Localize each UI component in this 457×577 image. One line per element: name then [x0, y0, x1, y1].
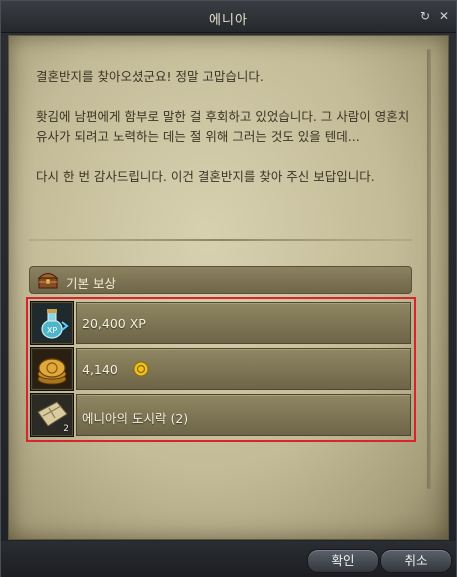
quest-dialog-window: 에니아 ↻ ✕ 결혼반지를 찾아오셨군요! 정말 고맙습니다. 홧김에 남편에게…: [0, 0, 457, 577]
refresh-icon[interactable]: ↻: [418, 9, 432, 23]
quest-dialogue-text: 결혼반지를 찾아오셨군요! 정말 고맙습니다. 홧김에 남편에게 함부로 말한 …: [36, 67, 416, 207]
reward-item-lunchbox[interactable]: 2 에니아의 도시락 (2): [30, 393, 412, 437]
item-slot[interactable]: XP: [30, 301, 74, 345]
dialogue-paragraph: 다시 한 번 감사드립니다. 이건 결혼반지를 찾아 주신 보답입니다.: [36, 169, 375, 184]
reward-bar: 에니아의 도시락 (2): [76, 394, 411, 436]
item-count: 2: [63, 424, 69, 434]
dialogue-paragraph: 홧김에 남편에게 함부로 말한 걸 후회하고 있었습니다. 그 사람이 영혼치유…: [36, 109, 410, 144]
dialogue-paragraph: 결혼반지를 찾아오셨군요! 정말 고맙습니다.: [36, 69, 264, 84]
scrollbar[interactable]: [427, 49, 431, 489]
reward-section-header: 기본 보상: [29, 266, 412, 294]
title-bar[interactable]: 에니아 ↻ ✕: [1, 1, 456, 33]
reward-lunchbox-text: 에니아의 도시락 (2): [82, 411, 189, 426]
reward-kinah-text: 4,140: [82, 362, 118, 377]
item-slot[interactable]: 2: [30, 393, 74, 437]
confirm-button[interactable]: 확인: [307, 549, 379, 573]
reward-xp-text: 20,400 XP: [82, 316, 146, 331]
window-title: 에니아: [209, 13, 248, 28]
treasure-chest-icon: [37, 273, 59, 289]
close-icon[interactable]: ✕: [437, 9, 451, 23]
gold-coins-icon: [33, 350, 71, 388]
item-slot[interactable]: [30, 347, 74, 391]
reward-header-label: 기본 보상: [66, 276, 116, 291]
reward-item-kinah[interactable]: 4,140: [30, 347, 412, 391]
reward-item-xp[interactable]: XP 20,400 XP: [30, 301, 412, 345]
reward-bar: 20,400 XP: [76, 302, 411, 344]
xp-potion-icon: XP: [33, 304, 71, 342]
divider: [29, 239, 412, 241]
cancel-button[interactable]: 취소: [380, 549, 452, 573]
reward-bar: 4,140: [76, 348, 411, 390]
svg-text:XP: XP: [47, 326, 57, 335]
gold-coin-icon: [133, 361, 149, 377]
